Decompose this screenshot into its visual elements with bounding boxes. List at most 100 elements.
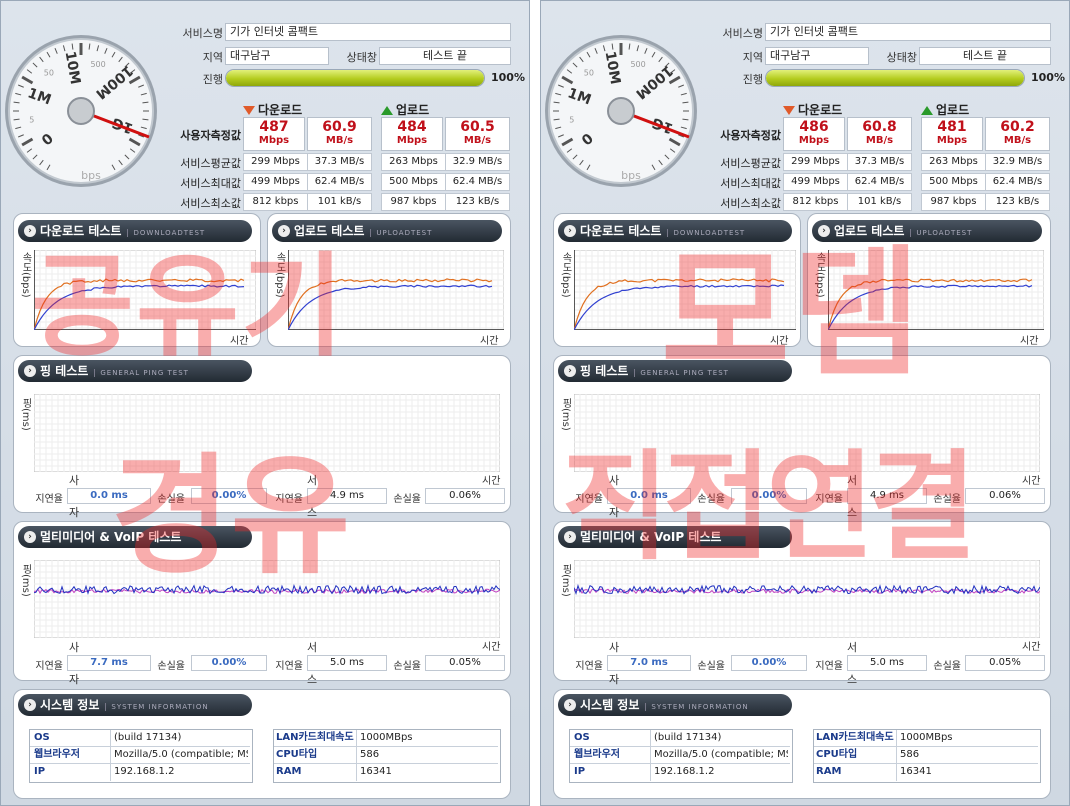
sys-row-cpu: CPU타입 586 — [274, 747, 498, 764]
download-chart — [574, 250, 796, 330]
tab-upload-test[interactable]: › 업로드 테스트 UPLOADTEST — [812, 220, 1042, 242]
down-arrow-icon — [783, 106, 795, 115]
speed-gauge: 01M10M 100M1G550500bps — [5, 35, 157, 187]
sys-row-os: OS (build 17134) — [30, 730, 250, 747]
service-name-label: 서비스명 — [182, 27, 223, 40]
stat-cell: 499 Mbps — [783, 173, 848, 191]
avg-loss-value: 0.06% — [425, 488, 505, 504]
download-mbps: 486 Mbps — [783, 117, 845, 151]
user-latency-value: 0.0 ms — [607, 488, 691, 504]
region-label: 지역 — [742, 51, 763, 64]
region-label: 지역 — [202, 51, 223, 64]
avg-latency-value: 5.0 ms — [307, 655, 387, 671]
loss-label: 손실율 — [393, 494, 421, 505]
loss-label: 손실율 — [933, 661, 961, 672]
stat-cell: 62.4 MB/s — [847, 173, 912, 191]
system-info-left: OS (build 17134) 웹브라우저 Mozilla/5.0 (compat… — [569, 729, 793, 783]
avg-latency-value: 4.9 ms — [847, 488, 927, 504]
loss-label: 손실율 — [697, 661, 725, 672]
upload-test-section: › 업로드 테스트 UPLOADTEST 속도(bps) 시간 — [807, 213, 1051, 347]
tab-ping-test[interactable]: › 핑 테스트 GENERAL PING TEST — [18, 360, 252, 382]
speed-axis-label: 속도(bps) — [274, 252, 285, 298]
sys-row-browser: 웹브라우저 Mozilla/5.0 (compatible; MSII — [570, 747, 790, 764]
time-label: 시간 — [480, 336, 499, 347]
gauge-minor-label: 5 — [569, 116, 574, 125]
gauge-minor-label: 50 — [44, 69, 54, 78]
sys-row-os: OS (build 17134) — [570, 730, 790, 747]
upload-mbps: 481 Mbps — [921, 117, 983, 151]
user-loss-value: 0.00% — [731, 655, 807, 671]
voip-chart — [574, 560, 1040, 638]
latency-label: 지연율 — [815, 661, 843, 672]
down-arrow-icon — [243, 106, 255, 115]
time-label: 시간 — [1020, 336, 1039, 347]
sys-row-cpu: CPU타입 586 — [814, 747, 1038, 764]
ping-axis-label: 핑(ms) — [20, 398, 31, 431]
voip-chart — [34, 560, 500, 638]
chevron-right-icon: › — [24, 365, 36, 377]
avg-latency-value: 5.0 ms — [847, 655, 927, 671]
gauge-hub — [607, 97, 635, 125]
progress-bar — [225, 69, 485, 87]
ping-axis-label: 핑(ms) — [560, 564, 571, 597]
status-label: 상태창 — [346, 51, 377, 64]
gauge-hub — [67, 97, 95, 125]
gauge-minor-label: 500 — [630, 60, 645, 69]
row-label-service_min: 서비스최소값 — [180, 197, 241, 210]
speed-axis-label: 속도(bps) — [560, 252, 571, 298]
upload-mbps: 484 Mbps — [381, 117, 443, 151]
tab-system-info[interactable]: › 시스템 정보 SYSTEM INFORMATION — [18, 694, 252, 716]
progress-percent: 100% — [491, 71, 525, 84]
tab-system-info[interactable]: › 시스템 정보 SYSTEM INFORMATION — [558, 694, 792, 716]
user-loss-value: 0.00% — [191, 488, 267, 504]
tab-ping-test[interactable]: › 핑 테스트 GENERAL PING TEST — [558, 360, 792, 382]
tab-download-test[interactable]: › 다운로드 테스트 DOWNLOADTEST — [558, 220, 792, 242]
chevron-right-icon: › — [278, 225, 290, 237]
sys-row-ram: RAM 16341 — [276, 766, 392, 777]
download-test-section: › 다운로드 테스트 DOWNLOADTEST 속도(bps) 시간 — [13, 213, 261, 347]
stat-cell: 37.3 MB/s — [847, 153, 912, 171]
latency-label: 지연율 — [275, 661, 303, 672]
chevron-right-icon: › — [564, 365, 576, 377]
progress-label: 진행 — [202, 73, 223, 86]
loss-label: 손실율 — [697, 494, 725, 505]
download-header: 다운로드 — [783, 101, 842, 118]
tab-multimedia-test[interactable]: › 멀티미디어 & VoIP 테스트 — [558, 526, 792, 548]
latency-label: 지연율 — [815, 494, 843, 505]
service-name-field: 기가 인터넷 콤팩트 — [225, 23, 511, 41]
loss-label: 손실율 — [933, 494, 961, 505]
tab-multimedia-test[interactable]: › 멀티미디어 & VoIP 테스트 — [18, 526, 252, 548]
sys-row-ip: IP 192.168.1.2 — [34, 766, 175, 777]
chevron-right-icon: › — [818, 225, 830, 237]
user-measured-label: 사용자측정값 — [180, 129, 241, 142]
stat-cell: 101 kB/s — [847, 193, 912, 211]
loss-label: 손실율 — [157, 661, 185, 672]
time-label: 시간 — [1022, 476, 1041, 487]
stat-cell: 263 Mbps — [381, 153, 446, 171]
status-field: 테스트 끝 — [919, 47, 1051, 65]
stat-cell: 500 Mbps — [381, 173, 446, 191]
chevron-right-icon: › — [564, 531, 576, 543]
sys-row-lan: LAN카드최대속도 1000MBps — [274, 730, 498, 747]
tab-upload-test[interactable]: › 업로드 테스트 UPLOADTEST — [272, 220, 502, 242]
download-test-section: › 다운로드 테스트 DOWNLOADTEST 속도(bps) 시간 — [553, 213, 801, 347]
chevron-right-icon: › — [24, 699, 36, 711]
user-loss-value: 0.00% — [731, 488, 807, 504]
progress-percent: 100% — [1031, 71, 1065, 84]
sys-row-ip: IP 192.168.1.2 — [574, 766, 715, 777]
tab-download-test[interactable]: › 다운로드 테스트 DOWNLOADTEST — [18, 220, 252, 242]
time-label: 시간 — [482, 642, 501, 653]
time-label: 시간 — [770, 336, 789, 347]
chevron-right-icon: › — [564, 699, 576, 711]
progress-fill — [766, 70, 1024, 86]
gauge-unit: bps — [81, 169, 101, 182]
download-mbs: 60.9 MB/s — [307, 117, 372, 151]
service-name-field: 기가 인터넷 콤팩트 — [765, 23, 1051, 41]
stat-cell: 812 kbps — [783, 193, 848, 211]
sys-row-lan: LAN카드최대속도 1000MBps — [814, 730, 1038, 747]
user-latency-value: 7.7 ms — [67, 655, 151, 671]
stat-cell: 499 Mbps — [243, 173, 308, 191]
gauge-unit: bps — [621, 169, 641, 182]
stat-cell: 32.9 MB/s — [985, 153, 1050, 171]
upload-chart — [828, 250, 1044, 330]
